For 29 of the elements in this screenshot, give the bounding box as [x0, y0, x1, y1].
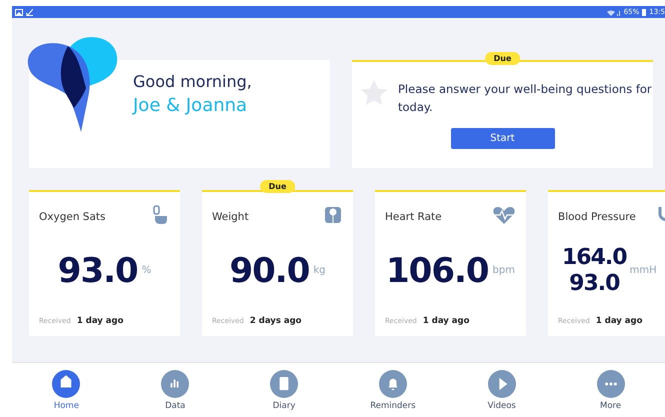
received-time: 1 day ago — [76, 316, 124, 326]
nav-tab[interactable]: Data — [140, 370, 210, 410]
metric-value: 164.0 — [562, 244, 627, 270]
metric-unit: kg — [313, 265, 326, 276]
greeting-text: Good morning, — [133, 72, 253, 91]
metric-value: 106.0 — [386, 252, 489, 288]
metric-value: 93.0 — [569, 270, 620, 296]
metric-title: Weight — [212, 211, 249, 223]
received-time: 2 days ago — [250, 316, 302, 326]
nav-tab[interactable]: More — [576, 370, 646, 410]
metric-title: Blood Pressure — [558, 211, 636, 223]
metric-unit: bpm — [492, 265, 515, 276]
start-button[interactable]: Start — [450, 128, 554, 149]
nav-tab[interactable]: Videos — [466, 370, 537, 410]
nav-tab[interactable]: Diary — [249, 370, 320, 410]
metric-unit: % — [142, 265, 152, 276]
metric-title: Oxygen Sats — [39, 211, 106, 223]
metric-unit: mmH — [630, 265, 657, 276]
nav-tab[interactable]: Reminders — [358, 370, 428, 410]
user-name: Joe & Joanna — [133, 95, 248, 116]
due-badge: Due — [484, 52, 520, 65]
nav-tab[interactable]: Home — [31, 370, 102, 410]
metric-title: Heart Rate — [385, 211, 442, 223]
task-text: Please answer your well-being questions for today. — [398, 81, 653, 116]
due-badge: Due — [260, 180, 296, 193]
metric-value: 93.0 — [58, 252, 138, 288]
received-time: 1 day ago — [422, 316, 470, 326]
metric-value: 90.0 — [229, 252, 310, 288]
received-time: 1 day ago — [596, 316, 642, 326]
